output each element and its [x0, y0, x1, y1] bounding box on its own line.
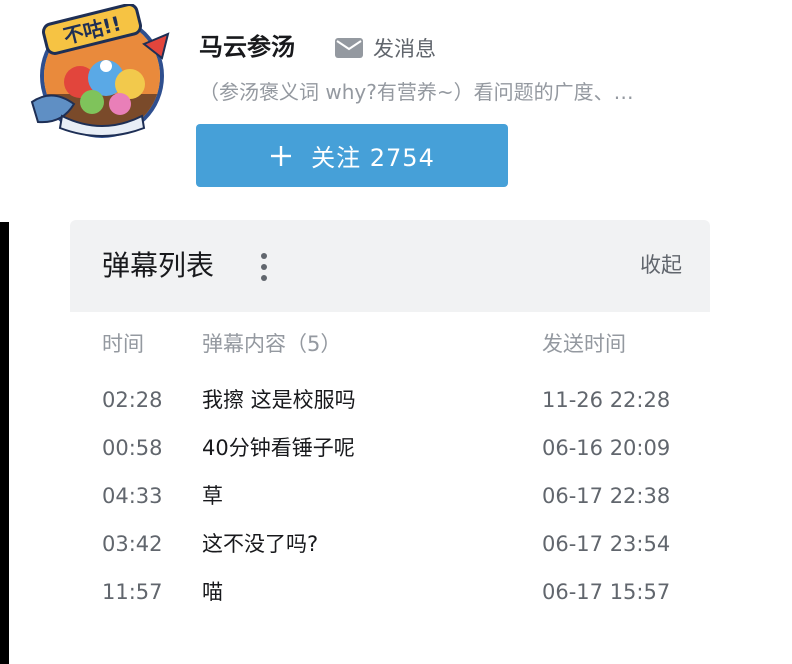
danmaku-content: 这不没了吗?: [202, 532, 319, 556]
plus-icon: [271, 145, 292, 166]
danmaku-time: 11:57: [102, 580, 163, 604]
danmaku-sent-time: 06-17 22:38: [542, 484, 671, 508]
danmaku-sent-time: 06-17 15:57: [542, 580, 671, 604]
danmaku-sent-time: 06-17 23:54: [542, 532, 671, 556]
follow-button[interactable]: 关注 2754: [196, 124, 508, 187]
danmaku-sent-time: 06-16 20:09: [542, 436, 671, 460]
uploader-name[interactable]: 马云参汤: [199, 30, 295, 64]
danmaku-row[interactable]: 00:58 40分钟看锤子呢 06-16 20:09: [70, 424, 710, 472]
send-message-label: 发消息: [373, 37, 436, 61]
column-header-content[interactable]: 弹幕内容（5）: [202, 320, 341, 368]
uploader-description: （参汤褒义词 why?有营养~）看问题的广度、…: [199, 80, 634, 104]
uploader-avatar[interactable]: 不咕!!: [22, 4, 176, 146]
danmaku-panel-title: 弹幕列表: [102, 249, 215, 282]
danmaku-table-header: 时间 弹幕内容（5） 发送时间: [70, 320, 710, 376]
danmaku-content: 草: [202, 484, 223, 508]
danmaku-content: 喵: [202, 580, 223, 604]
danmaku-sent-time: 11-26 22:28: [542, 388, 671, 412]
more-vertical-icon[interactable]: [254, 251, 274, 283]
collapse-button[interactable]: 收起: [640, 250, 682, 280]
column-header-sent-time[interactable]: 发送时间: [542, 320, 626, 368]
mail-icon: [335, 38, 363, 58]
danmaku-time: 00:58: [102, 436, 163, 460]
danmaku-row[interactable]: 04:33 草 06-17 22:38: [70, 472, 710, 520]
danmaku-time: 03:42: [102, 532, 163, 556]
danmaku-panel-header: 弹幕列表 收起: [70, 220, 710, 312]
danmaku-row[interactable]: 03:42 这不没了吗? 06-17 23:54: [70, 520, 710, 568]
danmaku-row[interactable]: 02:28 我擦 这是校服吗 11-26 22:28: [70, 376, 710, 424]
follow-label: 关注 2754: [311, 144, 435, 172]
danmaku-time: 04:33: [102, 484, 163, 508]
danmaku-row[interactable]: 11:57 喵 06-17 15:57: [70, 568, 710, 616]
send-message-button[interactable]: 发消息: [335, 31, 436, 65]
danmaku-table: 时间 弹幕内容（5） 发送时间 02:28 我擦 这是校服吗 11-26 22:…: [70, 320, 710, 616]
danmaku-content: 我擦 这是校服吗: [202, 388, 356, 412]
danmaku-content: 40分钟看锤子呢: [202, 436, 355, 460]
avatar-image: 不咕!!: [30, 4, 170, 138]
danmaku-time: 02:28: [102, 388, 163, 412]
column-header-time[interactable]: 时间: [102, 320, 144, 368]
window-edge: [0, 222, 9, 664]
